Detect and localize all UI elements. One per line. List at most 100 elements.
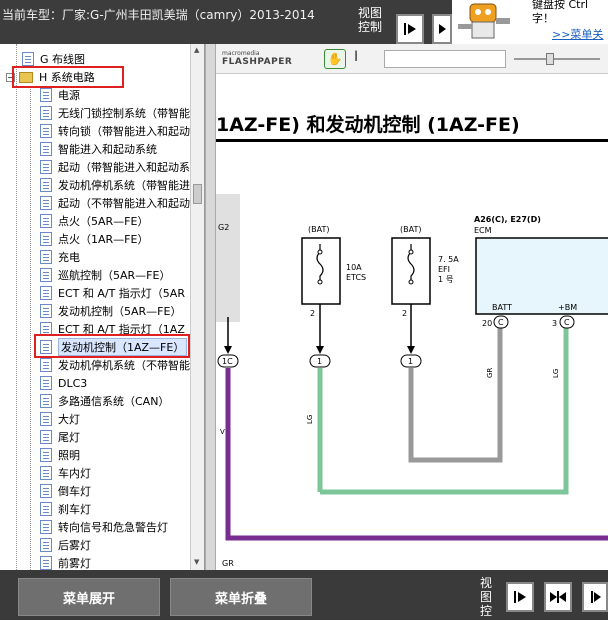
search-input[interactable]	[384, 50, 506, 68]
tree-item-label: 车内灯	[58, 467, 91, 480]
pin-3: 3	[552, 319, 557, 328]
tree-item[interactable]: 后雾灯	[40, 536, 91, 554]
tree-item[interactable]: 转向锁（带智能进入和起动	[40, 122, 190, 140]
tree-item[interactable]: 尾灯	[40, 428, 80, 446]
collapse-menu-button[interactable]: 菜单折叠	[170, 578, 312, 616]
document-icon	[22, 52, 34, 66]
arrow-right-icon	[404, 23, 416, 35]
tree-item[interactable]: 多路通信系统（CAN）	[40, 392, 169, 410]
document-icon	[40, 538, 52, 552]
scroll-thumb[interactable]	[193, 184, 202, 204]
tree-item-label: 后雾灯	[58, 539, 91, 552]
wiring-diagram: G2 1C V GR (BAT) 10A ETCS 2 1 LG (BAT) 7…	[216, 194, 608, 568]
lg-wire-label: LG	[552, 369, 560, 378]
document-icon	[40, 88, 52, 102]
tree-item[interactable]: 刹车灯	[40, 500, 91, 518]
tree-item[interactable]: 车内灯	[40, 464, 91, 482]
next-page-button[interactable]	[396, 14, 424, 44]
label-gr-bottom: GR	[222, 559, 234, 568]
tree-item-label: 点火（1AR—FE）	[58, 233, 149, 246]
fuse2-number: 1 号	[438, 275, 454, 284]
wire-purple	[225, 368, 608, 541]
ad-text: 键盘按 Ctrl 字！	[532, 0, 589, 25]
ad-link[interactable]: >>菜单关	[552, 26, 603, 42]
document-icon	[40, 268, 52, 282]
scroll-up-icon[interactable]: ▲	[194, 46, 199, 54]
tree-item[interactable]: 发动机停机系统（带智能进	[40, 176, 190, 194]
pin-batt: BATT	[492, 303, 512, 312]
tree-item[interactable]: 智能进入和起动系统	[40, 140, 157, 158]
document-icon	[40, 412, 52, 426]
tree-item[interactable]: 照明	[40, 446, 80, 464]
tree-scrollbar[interactable]: ▲ ▼	[190, 44, 204, 570]
wire-lg-2	[320, 326, 569, 495]
tree-item[interactable]: 发动机停机系统（不带智能	[40, 356, 190, 374]
view-control-label-bottom: 视图控	[480, 576, 493, 618]
panel-splitter[interactable]	[205, 44, 216, 570]
tree-item[interactable]: 前雾灯	[40, 554, 91, 570]
document-icon	[40, 304, 52, 318]
tree-item-label: 转向信号和危急警告灯	[58, 521, 168, 534]
fit-page-button-bottom[interactable]	[582, 582, 608, 612]
text-select-icon[interactable]: I	[354, 49, 358, 65]
tree-item[interactable]: 电源	[40, 86, 80, 104]
scroll-down-icon[interactable]: ▼	[194, 558, 199, 566]
arrow-icon	[224, 346, 232, 354]
c1-label: C	[498, 318, 504, 327]
label-g2: G2	[218, 223, 229, 232]
document-icon	[40, 394, 52, 408]
tree-item-label: 无线门锁控制系统（带智能	[58, 107, 190, 120]
tree-item[interactable]: 起动（不带智能进入和起动	[40, 194, 190, 212]
tree-item-label: ECT 和 A/T 指示灯（5AR	[58, 287, 185, 300]
fuse1-rating: 10A	[346, 263, 362, 272]
tree-item[interactable]: 点火（5AR—FE）	[40, 212, 148, 230]
fuse1-pin: 2	[310, 309, 315, 318]
zoom-slider[interactable]	[514, 58, 600, 60]
fit-page-button[interactable]	[432, 14, 452, 44]
fuse-terminal-icon	[317, 279, 323, 285]
fuse-terminal-icon	[317, 249, 323, 255]
document-icon	[40, 250, 52, 264]
tree-item-label: 大灯	[58, 413, 80, 426]
tree-item-label: 智能进入和起动系统	[58, 143, 157, 156]
tree-item-label: 刹车灯	[58, 503, 91, 516]
document-icon	[40, 214, 52, 228]
tree-item[interactable]: 巡航控制（5AR—FE）	[40, 266, 170, 284]
document-title: 1AZ-FE) 和发动机控制 (1AZ-FE)	[216, 114, 520, 136]
tree-guide-line	[16, 44, 17, 570]
tree-item[interactable]: 转向信号和危急警告灯	[40, 518, 168, 536]
fuse1-name: ETCS	[346, 273, 366, 282]
tree-item[interactable]: 大灯	[40, 410, 80, 428]
current-car-model: 当前车型：厂家:G-广州丰田凯美瑞（camry）2013-2014	[2, 8, 315, 22]
arrow-icon	[316, 346, 324, 354]
document-icon	[40, 178, 52, 192]
connector-g2-block	[216, 194, 240, 322]
tree-item-label: 前雾灯	[58, 557, 91, 570]
tree-item[interactable]: 充电	[40, 248, 80, 266]
tree-item[interactable]: 倒车灯	[40, 482, 91, 500]
tree-item-label: 发动机停机系统（带智能进	[58, 179, 190, 192]
next-page-button-bottom[interactable]	[506, 582, 534, 612]
tree-item[interactable]: 发动机控制（5AR—FE）	[40, 302, 181, 320]
label-bat-2: (BAT)	[400, 225, 421, 234]
ad-banner[interactable]: 键盘按 Ctrl 字！ >>菜单关	[452, 0, 608, 44]
document-icon	[40, 556, 52, 570]
tree-item[interactable]: 点火（1AR—FE）	[40, 230, 148, 248]
tree-item[interactable]: 无线门锁控制系统（带智能	[40, 104, 190, 122]
tree-item[interactable]: DLC3	[40, 374, 87, 392]
fuse2-name: EFI	[438, 265, 450, 274]
hand-tool-icon[interactable]: ✋	[324, 49, 346, 69]
tree-item[interactable]: 起动（带智能进入和起动系	[40, 158, 190, 176]
label-v: V	[220, 428, 225, 436]
fit-width-button[interactable]	[544, 582, 572, 612]
bottom-bar: 菜单展开 菜单折叠 视图控	[0, 570, 608, 620]
tree-item[interactable]: ECT 和 A/T 指示灯（5AR	[40, 284, 185, 302]
document-icon	[40, 358, 52, 372]
c2-label: C	[564, 318, 570, 327]
tree-item-label: 多路通信系统（CAN）	[58, 395, 170, 408]
document-icon	[40, 286, 52, 300]
gr-wire-label: GR	[486, 368, 494, 378]
zoom-slider-knob[interactable]	[546, 53, 554, 65]
expand-menu-button[interactable]: 菜单展开	[18, 578, 160, 616]
highlight-box-folder	[12, 66, 124, 88]
